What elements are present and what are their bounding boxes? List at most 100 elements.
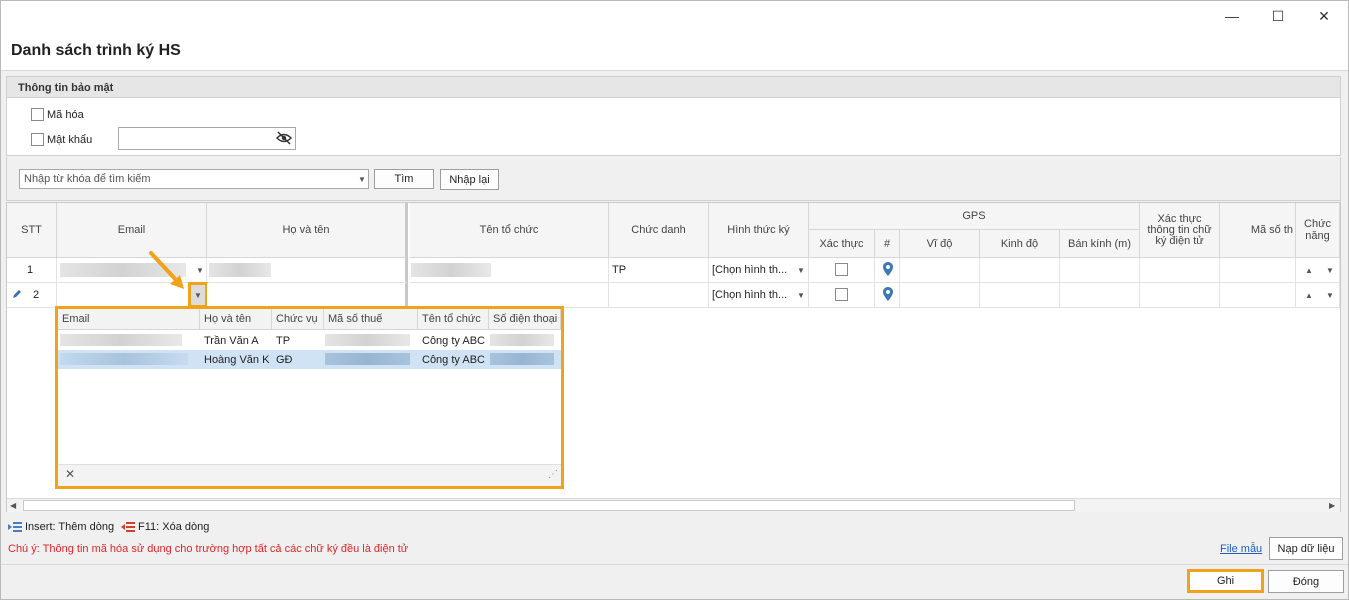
popup-row2-position: GĐ	[276, 353, 293, 366]
delete-row-icon	[121, 522, 135, 532]
row2-verify-signature[interactable]	[1140, 283, 1220, 308]
row1-radius[interactable]	[1060, 258, 1140, 283]
popup-row1-full-name: Trần Văn A	[204, 334, 259, 347]
header-tax-code[interactable]: Mã số th	[1220, 203, 1296, 258]
row2-stt: 2	[7, 283, 57, 308]
reset-button[interactable]: Nhập lại	[440, 169, 499, 190]
title-bar	[1, 1, 1348, 33]
row1-tax-code[interactable]	[1220, 258, 1296, 283]
popup-row1-tax-redacted	[325, 334, 410, 346]
template-file-link[interactable]: File mẫu	[1220, 543, 1262, 555]
popup-row2-tax-redacted	[325, 353, 410, 365]
encrypt-checkbox[interactable]	[31, 108, 44, 121]
popup-row2-full-name: Hoàng Văn K	[204, 353, 270, 366]
header-verify[interactable]: Xác thực	[809, 230, 875, 258]
row2-email-dropdown-button[interactable]: ▼	[188, 282, 208, 308]
row1-verify-signature[interactable]	[1140, 258, 1220, 283]
load-data-button[interactable]: Nạp dữ liệu	[1269, 537, 1343, 560]
insert-row-icon	[8, 522, 22, 532]
row1-chevron-down-icon[interactable]: ▼	[1326, 266, 1334, 275]
row1-up-icon[interactable]: ▲	[1305, 266, 1313, 275]
row2-chevron-down-icon[interactable]: ▼	[1326, 291, 1334, 300]
popup-resize-grip-icon[interactable]: ⋰	[548, 469, 558, 480]
scrollbar-thumb[interactable]	[23, 500, 1075, 511]
header-radius[interactable]: Bán kính (m)	[1060, 230, 1140, 258]
row2-sign-type[interactable]: [Chọn hình th...	[709, 283, 809, 308]
search-placeholder: Nhập từ khóa để tìm kiếm	[24, 173, 151, 185]
minimize-button[interactable]: —	[1209, 1, 1255, 31]
password-checkbox[interactable]	[31, 133, 44, 146]
row2-latitude[interactable]	[900, 283, 980, 308]
close-button[interactable]: Đóng	[1268, 570, 1344, 593]
scroll-left-icon[interactable]: ◀	[10, 501, 16, 510]
search-dropdown-chevron-down-icon[interactable]: ▼	[358, 175, 366, 184]
popup-header-full-name[interactable]: Họ và tên	[200, 309, 272, 330]
header-latitude[interactable]: Vĩ độ	[900, 230, 980, 258]
page-title: Danh sách trình ký HS	[11, 42, 181, 59]
popup-header-org[interactable]: Tên tổ chức	[418, 309, 489, 330]
header-gps[interactable]: GPS	[809, 203, 1140, 230]
location-pin-icon[interactable]	[883, 287, 893, 301]
popup-row1-org: Công ty ABC	[422, 334, 485, 347]
popup-footer	[58, 464, 561, 486]
row1-org-redacted	[411, 263, 491, 277]
password-label: Mật khẩu	[47, 134, 93, 146]
header-position[interactable]: Chức danh	[609, 203, 709, 258]
popup-row1-phone-redacted	[490, 334, 554, 346]
row2-sign-type-chevron-down-icon[interactable]: ▼	[797, 291, 805, 300]
row2-position[interactable]	[609, 283, 709, 308]
row2-name-cell[interactable]	[207, 283, 408, 308]
dialog-footer	[1, 564, 1348, 599]
password-input[interactable]	[118, 127, 296, 150]
popup-row1-position: TP	[276, 334, 291, 347]
header-verify-signature[interactable]: Xác thực thông tin chữ ký điện tử	[1140, 203, 1220, 258]
encryption-note: Chú ý: Thông tin mã hóa sử dụng cho trườ…	[8, 543, 409, 555]
popup-row2-phone-redacted	[490, 353, 554, 365]
header-org-name[interactable]: Tên tổ chức	[410, 203, 609, 258]
row2-up-icon[interactable]: ▲	[1305, 291, 1313, 300]
maximize-icon: ☐	[1271, 7, 1285, 24]
row2-tax-code[interactable]	[1220, 283, 1296, 308]
popup-header-email[interactable]: Email	[58, 309, 200, 330]
eye-slash-icon[interactable]	[276, 131, 292, 145]
popup-header-phone[interactable]: Số điện thoại	[489, 309, 561, 330]
row1-email-chevron-down-icon[interactable]: ▼	[196, 266, 204, 275]
row2-verify-checkbox[interactable]	[835, 288, 848, 301]
row2-radius[interactable]	[1060, 283, 1140, 308]
close-icon: ✕	[1318, 7, 1330, 24]
security-panel-header	[6, 76, 1341, 98]
row1-sign-type[interactable]: [Chọn hình th...	[709, 258, 809, 283]
popup-row2-org: Công ty ABC	[422, 353, 485, 366]
row1-longitude[interactable]	[980, 258, 1060, 283]
header-hash[interactable]: #	[875, 230, 900, 258]
location-pin-icon[interactable]	[883, 262, 893, 276]
row1-position[interactable]: TP	[609, 258, 709, 283]
row1-sign-type-chevron-down-icon[interactable]: ▼	[797, 266, 805, 275]
row1-latitude[interactable]	[900, 258, 980, 283]
maximize-button[interactable]: ☐	[1255, 1, 1301, 31]
header-stt[interactable]: STT	[7, 203, 57, 258]
header-full-name[interactable]: Họ và tên	[207, 203, 408, 258]
save-button[interactable]: Ghi	[1187, 569, 1264, 593]
popup-row1-email-redacted	[60, 334, 182, 346]
row1-verify-checkbox[interactable]	[835, 263, 848, 276]
row1-stt: 1	[7, 258, 57, 283]
row1-name-redacted	[209, 263, 271, 277]
security-panel-title: Thông tin bảo mật	[18, 82, 114, 94]
minimize-icon: —	[1225, 8, 1239, 24]
popup-header-tax-code[interactable]: Mã số thuế	[324, 309, 418, 330]
header-longitude[interactable]: Kinh độ	[980, 230, 1060, 258]
row2-email-chevron-down-icon: ▼	[194, 290, 202, 300]
search-input[interactable]: Nhập từ khóa để tìm kiếm	[19, 169, 369, 189]
row2-longitude[interactable]	[980, 283, 1060, 308]
popup-close-icon[interactable]: ✕	[65, 467, 75, 481]
scroll-right-icon[interactable]: ▶	[1329, 501, 1335, 510]
popup-row2-email-redacted	[60, 353, 188, 365]
row2-org-cell[interactable]	[410, 283, 609, 308]
popup-header-position[interactable]: Chức vụ	[272, 309, 324, 330]
header-function[interactable]: Chức năng	[1296, 203, 1340, 258]
close-window-button[interactable]: ✕	[1301, 1, 1347, 31]
header-sign-type[interactable]: Hình thức ký	[709, 203, 809, 258]
find-button[interactable]: Tìm	[374, 169, 434, 189]
annotation-arrow-icon	[149, 251, 184, 289]
